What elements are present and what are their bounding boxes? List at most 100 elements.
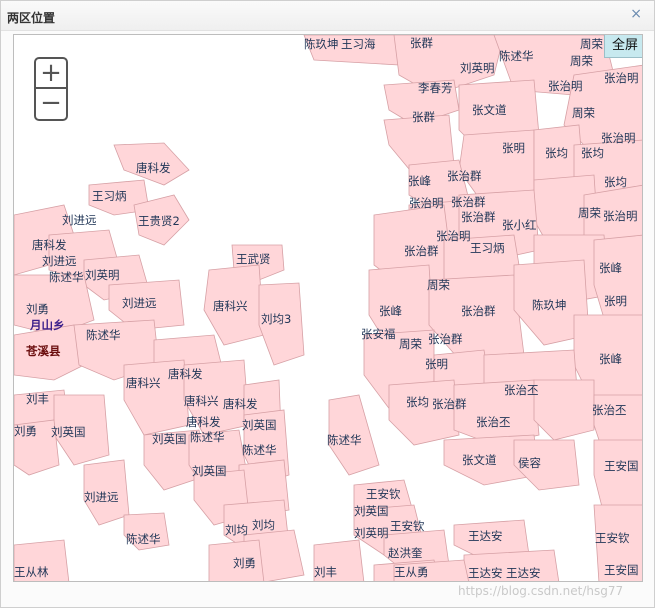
- town-label: 月山乡: [29, 318, 65, 332]
- parcel-label: 王安钦: [366, 487, 401, 501]
- parcel-label: 张峰: [379, 304, 402, 318]
- parcel-label: 刘进远: [42, 254, 77, 268]
- parcel-label: 张均: [545, 146, 568, 160]
- parcel-label: 张小红: [502, 218, 537, 232]
- parcel-label: 陈述华: [327, 433, 362, 447]
- parcel-label: 唐科发: [186, 415, 221, 429]
- zoom-in-button[interactable]: +: [36, 59, 66, 89]
- parcel-label: 侯容: [518, 456, 541, 470]
- parcel-label: 张治群: [447, 169, 482, 183]
- parcel-label: 唐科发: [223, 397, 258, 411]
- parcel-label: 王达安: [506, 566, 541, 580]
- dialog-title: 两区位置: [7, 11, 56, 25]
- parcel-label: 陈述华: [242, 443, 277, 457]
- parcel-label: 刘均: [225, 523, 248, 537]
- map-dialog: 两区位置 × 陈玖坤 王习海 张群 周荣 陈述华 刘英明 周荣 张治明 李春芳 张治明 张文道 周荣张…: [0, 0, 655, 608]
- parcel-label: 张峰: [599, 352, 622, 366]
- parcel-label: 刘英国: [354, 504, 389, 518]
- parcel-label: 王习炳: [92, 189, 127, 203]
- parcel-label: 刘英国: [51, 425, 86, 439]
- parcel-label: 周荣: [427, 278, 450, 292]
- parcel-label: 周荣: [570, 54, 593, 68]
- parcel-label: 张峰: [599, 261, 622, 275]
- parcel-label: 刘英国: [242, 418, 277, 432]
- parcel-label: 张文道: [462, 453, 497, 467]
- parcel-label: 张明: [425, 357, 448, 371]
- parcel-label: 刘进远: [84, 490, 119, 504]
- label-layer: 陈玖坤 王习海 张群 周荣陈述华刘英明 周荣张治明李春芳张治明张文道 周荣张群张治明张明张…: [14, 36, 639, 580]
- parcel-label: 张群: [410, 36, 433, 50]
- parcel-label: 张治明: [604, 71, 639, 85]
- parcel-label: 王习海: [341, 37, 376, 51]
- watermark: https://blog.csdn.net/hsg77: [458, 584, 624, 598]
- parcel-label: 张均: [604, 175, 627, 189]
- parcel-label: 张均: [406, 395, 429, 409]
- parcel-label: 张治群: [432, 397, 467, 411]
- parcel-label: 陈述华: [126, 532, 161, 546]
- land-parcel[interactable]: [533, 379, 595, 441]
- parcel-label: 张治群: [461, 304, 496, 318]
- parcel-label: 唐科发: [136, 161, 171, 175]
- parcel-label: 陈述华: [49, 270, 84, 284]
- parcel-label: 张治丕: [592, 403, 627, 417]
- parcel-label: 张治明: [603, 209, 638, 223]
- parcel-label: 王贵贤2: [138, 214, 180, 228]
- parcel-label: 刘勇: [14, 424, 37, 438]
- zoom-control: + −: [34, 57, 68, 121]
- dialog-titlebar: 两区位置 ×: [1, 1, 654, 31]
- parcel-label: 刘进远: [62, 213, 97, 227]
- parcel-label: 唐科兴: [126, 376, 161, 390]
- parcel-label: 张明: [502, 141, 525, 155]
- parcel-label: 王安国: [604, 563, 639, 577]
- parcel-label: 陈玖坤: [304, 37, 339, 51]
- map-canvas[interactable]: 陈玖坤 王习海 张群 周荣陈述华刘英明 周荣张治明李春芳张治明张文道 周荣张群张治明张明张…: [14, 35, 643, 582]
- land-parcel[interactable]: [388, 379, 460, 446]
- parcel-label: 刘丰: [26, 392, 49, 406]
- parcel-label: 刘勇: [233, 556, 256, 570]
- parcel-label: 赵洪奎: [388, 546, 423, 560]
- parcel-label: 王达安: [468, 529, 503, 543]
- parcel-label: 王从林: [14, 565, 49, 579]
- parcel-label: 刘英国: [192, 464, 227, 478]
- map-view[interactable]: 陈玖坤 王习海 张群 周荣 陈述华 刘英明 周荣 张治明 李春芳 张治明 张文道 周荣 张群 张治明 张明张…: [13, 34, 643, 582]
- parcel-label: 王安钦: [390, 519, 425, 533]
- parcel-label: 陈玖坤: [532, 298, 567, 312]
- parcel-label: 王安钦: [595, 531, 630, 545]
- parcel-label: 刘英明: [85, 268, 120, 282]
- parcel-label: 张治明: [548, 79, 583, 93]
- parcel-label: 刘均3: [261, 312, 291, 326]
- parcel-label: 张治丕: [504, 383, 539, 397]
- parcel-label: 周荣: [580, 37, 603, 51]
- parcel-label: 张治群: [404, 244, 439, 258]
- parcel-label: 刘丰: [314, 565, 337, 579]
- parcel-label: 周荣: [572, 106, 595, 120]
- parcel-label: 陈述华: [86, 328, 121, 342]
- parcel-label: 王达安: [468, 566, 503, 580]
- parcel-label: 王从勇: [394, 565, 429, 579]
- parcel-label: 唐科兴: [213, 299, 248, 313]
- parcel-label: 张明: [604, 294, 627, 308]
- parcel-label: 张均: [581, 146, 604, 160]
- close-icon[interactable]: ×: [630, 7, 642, 21]
- parcel-label: 李春芳: [418, 81, 453, 95]
- parcel-label: 刘均: [252, 518, 275, 532]
- parcel-label: 刘进远: [122, 296, 157, 310]
- parcel-label: 刘英国: [152, 432, 187, 446]
- parcel-label: 王武贤: [236, 252, 271, 266]
- parcel-label: 张治明: [409, 196, 444, 210]
- parcel-label: 唐科兴: [184, 394, 219, 408]
- parcel-label: 张治群: [461, 210, 496, 224]
- fullscreen-button[interactable]: 全屏: [604, 35, 642, 58]
- parcel-label: 王习炳: [470, 241, 505, 255]
- parcel-label: 刘勇: [26, 302, 49, 316]
- parcel-label: 张文道: [472, 103, 507, 117]
- zoom-out-button[interactable]: −: [36, 89, 66, 119]
- parcel-label: 王安国: [604, 459, 639, 473]
- parcel-label: 张治群: [428, 332, 463, 346]
- parcel-label: 陈述华: [190, 430, 225, 444]
- parcel-label: 周荣: [578, 206, 601, 220]
- parcel-label: 陈述华: [499, 49, 534, 63]
- parcel-label: 唐科发: [168, 367, 203, 381]
- parcel-label: 周荣: [399, 337, 422, 351]
- land-parcel[interactable]: [593, 439, 643, 516]
